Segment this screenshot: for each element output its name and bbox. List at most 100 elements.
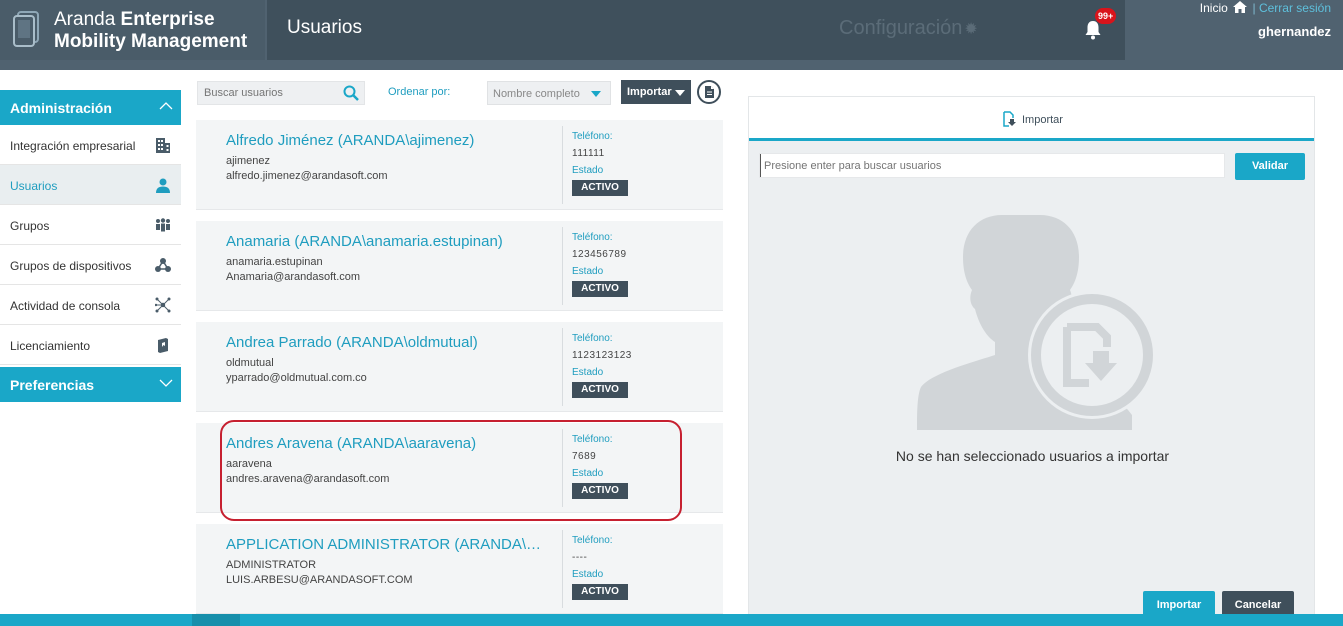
sidebar-item-label: Grupos	[10, 219, 50, 233]
user-email: yparrado@oldmutual.com.co	[226, 372, 367, 384]
status-badge: ACTIVO	[572, 281, 628, 297]
phone-value: ----	[572, 552, 588, 563]
state-label: Estado	[572, 367, 604, 378]
divider	[562, 328, 563, 406]
import-panel: Importar Validar No se han seleccionado …	[748, 96, 1315, 626]
status-badge: ACTIVO	[572, 382, 628, 398]
brand-line2: Mobility Management	[54, 31, 248, 52]
empty-message: No se han seleccionado usuarios a import…	[895, 448, 1170, 464]
import-document-icon	[1003, 111, 1016, 127]
user-card[interactable]: Andres Aravena (ARANDA\aaravena) aaraven…	[196, 423, 723, 513]
user-name[interactable]: APPLICATION ADMINISTRATOR (ARANDA\AD...	[226, 536, 551, 553]
sidebar-item-label: Integración empresarial	[10, 139, 136, 153]
state-label: Estado	[572, 569, 604, 580]
page-title: Usuarios	[287, 17, 362, 38]
phone-value: 1123123123	[572, 350, 632, 361]
brand-bold: Enterprise	[120, 9, 215, 30]
sidebar-header-label: Administración	[10, 100, 112, 116]
user-icon	[156, 178, 170, 193]
phone-label: Teléfono:	[572, 333, 613, 344]
user-email: LUIS.ARBESU@ARANDASOFT.COM	[226, 574, 413, 586]
user-login: oldmutual	[226, 357, 274, 369]
order-label: Ordenar por:	[388, 86, 451, 98]
sidebar-header-label: Preferencias	[10, 377, 95, 393]
sidebar-item-integration[interactable]: Integración empresarial	[0, 125, 181, 165]
username[interactable]: ghernandez	[1200, 24, 1331, 39]
empty-user-import-illustration	[917, 215, 1156, 430]
sidebar-item-users[interactable]: Usuarios	[0, 165, 181, 205]
config-link[interactable]: Configuración ✹	[839, 17, 978, 40]
search-input[interactable]	[198, 82, 338, 104]
phone-value: 7689	[572, 451, 597, 462]
home-link[interactable]: Inicio	[1200, 1, 1228, 15]
sidebar-header-administration[interactable]: Administración	[0, 90, 181, 125]
brand-name: Aranda Enterprise Mobility Management	[54, 9, 247, 53]
chevron-down-icon	[159, 379, 173, 387]
import-search	[759, 153, 1225, 178]
top-links: Inicio | Cerrar sesión	[1200, 1, 1331, 15]
validate-button[interactable]: Validar	[1235, 153, 1305, 180]
license-icon	[158, 338, 168, 353]
sidebar-header-preferences[interactable]: Preferencias	[0, 367, 181, 402]
user-email: Anamaria@arandasoft.com	[226, 271, 361, 283]
search-icon[interactable]	[343, 85, 359, 101]
group-icon	[156, 218, 170, 232]
state-label: Estado	[572, 165, 604, 176]
import-search-input[interactable]	[760, 154, 1224, 177]
user-card[interactable]: Anamaria (ARANDA\anamaria.estupinan) ana…	[196, 221, 723, 311]
notification-badge: 99+	[1095, 8, 1117, 24]
top-bar: Aranda Enterprise Mobility Management Us…	[0, 0, 1343, 70]
caret-down-icon	[675, 90, 685, 96]
user-card[interactable]: Alfredo Jiménez (ARANDA\ajimenez) ajimen…	[196, 120, 723, 210]
brand[interactable]: Aranda Enterprise Mobility Management	[0, 0, 265, 60]
sidebar: Administración Integración empresarial U…	[0, 90, 181, 402]
user-area: Inicio | Cerrar sesión ghernandez	[1200, 0, 1331, 39]
sidebar-item-label: Usuarios	[10, 179, 58, 193]
user-name[interactable]: Andrea Parrado (ARANDA\oldmutual)	[226, 334, 551, 351]
sidebar-item-device-groups[interactable]: Grupos de dispositivos	[0, 245, 181, 285]
phone-label: Teléfono:	[572, 434, 613, 445]
divider	[562, 126, 563, 204]
bottom-bar-segment	[192, 614, 240, 626]
user-name[interactable]: Alfredo Jiménez (ARANDA\ajimenez)	[226, 132, 551, 149]
header-panel: Usuarios Configuración ✹ 99+	[267, 0, 1125, 60]
divider	[562, 227, 563, 305]
user-login: aaravena	[226, 458, 272, 470]
logout-link[interactable]: Cerrar sesión	[1259, 1, 1331, 15]
caret-down-icon	[591, 91, 601, 97]
sidebar-item-licensing[interactable]: Licenciamiento	[0, 325, 181, 365]
brand-logo-icon	[13, 11, 39, 47]
sidebar-item-label: Licenciamiento	[10, 339, 91, 353]
status-badge: ACTIVO	[572, 180, 628, 196]
gear-icon: ✹	[964, 21, 978, 38]
phone-value: 111111	[572, 148, 605, 159]
phone-label: Teléfono:	[572, 535, 613, 546]
user-name[interactable]: Andres Aravena (ARANDA\aaravena)	[226, 435, 551, 452]
export-document-button[interactable]	[697, 80, 721, 104]
user-email: andres.aravena@arandasoft.com	[226, 473, 390, 485]
order-select-value: Nombre completo	[493, 88, 580, 100]
user-card[interactable]: APPLICATION ADMINISTRATOR (ARANDA\AD... …	[196, 524, 723, 614]
sidebar-item-label: Grupos de dispositivos	[10, 259, 132, 273]
user-email: alfredo.jimenez@arandasoft.com	[226, 170, 388, 182]
user-name[interactable]: Anamaria (ARANDA\anamaria.estupinan)	[226, 233, 551, 250]
order-select[interactable]: Nombre completo	[487, 81, 611, 105]
home-icon[interactable]	[1233, 1, 1248, 13]
tab-import[interactable]: Importar	[1001, 111, 1063, 127]
document-icon	[705, 86, 714, 98]
sidebar-item-label: Actividad de consola	[10, 299, 121, 313]
user-login: ADMINISTRATOR	[226, 559, 317, 571]
user-search	[197, 81, 365, 105]
network-icon	[155, 297, 171, 313]
sidebar-item-groups[interactable]: Grupos	[0, 205, 181, 245]
device-groups-icon	[155, 258, 171, 272]
state-label: Estado	[572, 266, 604, 277]
user-card[interactable]: Andrea Parrado (ARANDA\oldmutual) oldmut…	[196, 322, 723, 412]
status-badge: ACTIVO	[572, 584, 628, 600]
divider	[562, 530, 563, 608]
user-login: anamaria.estupinan	[226, 256, 323, 268]
divider	[562, 429, 563, 507]
chevron-up-icon	[159, 102, 173, 110]
import-dropdown-button[interactable]: Importar	[621, 80, 691, 104]
sidebar-item-console-activity[interactable]: Actividad de consola	[0, 285, 181, 325]
